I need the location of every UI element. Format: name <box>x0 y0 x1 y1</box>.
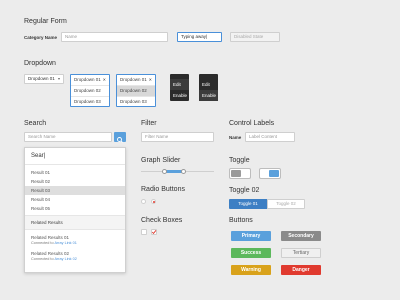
related-result-prefix: Connected to <box>31 241 54 245</box>
search-icon <box>117 137 123 143</box>
search-result[interactable]: Result 01 <box>25 168 125 177</box>
search-dropdown: Sear| Result 01 Result 02 Result 03 Resu… <box>24 147 126 273</box>
regular-form-title: Regular Form <box>24 18 67 25</box>
danger-button[interactable]: Danger <box>281 265 321 275</box>
related-result-title: Related Results 01 <box>31 235 70 240</box>
related-result-link[interactable]: Array Link 01 <box>54 241 76 245</box>
dropdown-open-2-header[interactable]: Dropdown 01 ✕ <box>117 75 155 85</box>
search-result[interactable]: Result 02 <box>25 177 125 186</box>
filter-title: Filter <box>141 120 157 127</box>
toggle02-option-active[interactable]: Toggle 01 <box>229 199 267 209</box>
search-title: Search <box>24 120 47 127</box>
dropdown-open-2-header-label: Dropdown 01 <box>120 77 147 82</box>
dark-menu-item[interactable]: Edit <box>199 79 218 90</box>
search-button[interactable] <box>114 132 126 143</box>
radio-checked[interactable] <box>151 199 156 204</box>
related-result-2[interactable]: Related Results 02 Connected to Array Li… <box>25 245 125 261</box>
dropdown-open-1[interactable]: Dropdown 01 ✕ Dropdown 02 Dropdown 03 <box>70 74 110 107</box>
related-results-header: Related Results <box>25 216 125 230</box>
toggle02-title: Toggle 02 <box>229 187 260 194</box>
check-boxes-title: Check Boxes <box>141 217 183 224</box>
control-labels-title: Control Labels <box>229 120 275 127</box>
dropdown-open-1-header[interactable]: Dropdown 01 ✕ <box>71 75 109 85</box>
related-result-prefix: Connected to <box>31 257 54 261</box>
dark-menu-2[interactable]: Edit Enable <box>199 74 218 101</box>
toggle-off-knob <box>231 170 241 177</box>
dropdown-open-1-header-label: Dropdown 01 <box>74 77 101 82</box>
disabled-input: Disabled State <box>230 32 280 42</box>
toggle-title: Toggle <box>229 157 250 164</box>
search-result[interactable]: Result 05 <box>25 204 125 213</box>
close-icon[interactable]: ✕ <box>103 75 106 85</box>
slider-handle-right[interactable] <box>181 169 186 174</box>
search-input[interactable]: Search Name <box>24 132 112 142</box>
dark-menu-item[interactable]: Enable <box>170 90 189 101</box>
close-icon[interactable]: ✕ <box>149 75 152 85</box>
dropdown-option[interactable]: Dropdown 03 <box>117 96 155 107</box>
dropdown-option-selected[interactable]: Dropdown 02 <box>117 85 155 96</box>
category-name-label: Category Name <box>24 35 58 40</box>
dropdown-option[interactable]: Dropdown 03 <box>71 96 109 107</box>
label-content-input[interactable]: Label Content <box>245 132 295 142</box>
secondary-button[interactable]: Secondary <box>281 231 321 241</box>
chevron-down-icon: ▾ <box>57 76 60 81</box>
toggle02-option-inactive[interactable]: Toggle 02 <box>267 199 305 209</box>
warning-button[interactable]: Warning <box>231 265 271 275</box>
dropdown-closed-label: Dropdown 01 <box>28 76 55 81</box>
toggle-on[interactable] <box>259 168 281 179</box>
checkbox-checked[interactable] <box>151 229 157 235</box>
search-query[interactable]: Sear| <box>25 148 125 165</box>
radio-dot <box>152 200 155 203</box>
toggle-on-knob <box>269 170 279 177</box>
filter-input[interactable]: Filter Name <box>141 132 214 142</box>
check-icon <box>151 230 157 235</box>
search-result-selected[interactable]: Result 03 <box>25 186 125 195</box>
related-result-link[interactable]: Array Link 02 <box>54 257 76 261</box>
radio-unchecked[interactable] <box>141 199 146 204</box>
related-result-1[interactable]: Related Results 01 Connected to Array Li… <box>25 230 125 245</box>
dark-menu-item[interactable]: Edit <box>170 79 189 90</box>
related-result-title: Related Results 02 <box>31 251 70 256</box>
dropdown-option[interactable]: Dropdown 02 <box>71 85 109 96</box>
search-result[interactable]: Result 04 <box>25 195 125 204</box>
typing-input[interactable]: Typing away| <box>177 32 222 42</box>
control-label-name: Name <box>229 135 242 140</box>
slider-handle-left[interactable] <box>162 169 167 174</box>
dropdown-closed[interactable]: Dropdown 01 ▾ <box>24 74 64 84</box>
radio-buttons-title: Radio Buttons <box>141 186 185 193</box>
checkbox-unchecked[interactable] <box>141 229 147 235</box>
dark-menu-item[interactable]: Enable <box>199 90 218 101</box>
toggle-off[interactable] <box>229 168 251 179</box>
dropdown-title: Dropdown <box>24 60 56 67</box>
tertiary-button[interactable]: Tertiary <box>281 248 321 258</box>
name-input[interactable]: Name <box>61 32 168 42</box>
dropdown-open-2[interactable]: Dropdown 01 ✕ Dropdown 02 Dropdown 03 <box>116 74 156 107</box>
success-button[interactable]: Success <box>231 248 271 258</box>
buttons-title: Buttons <box>229 217 253 224</box>
graph-slider-title: Graph Slider <box>141 157 181 164</box>
dark-menu-1[interactable]: Edit Enable <box>170 74 189 101</box>
primary-button[interactable]: Primary <box>231 231 271 241</box>
